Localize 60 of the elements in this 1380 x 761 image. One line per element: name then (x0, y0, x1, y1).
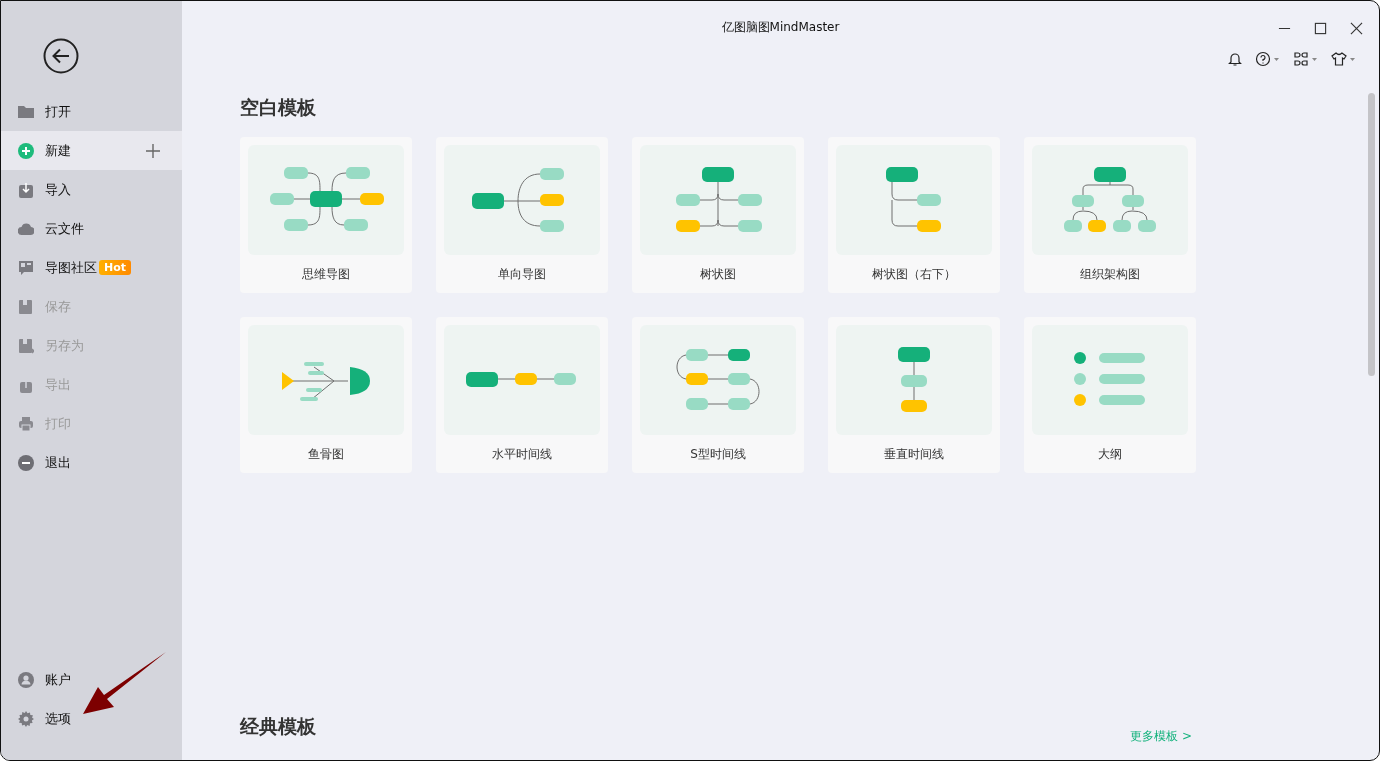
template-label: S型时间线 (690, 446, 746, 463)
template-label: 组织架构图 (1080, 266, 1140, 283)
template-card[interactable]: 组织架构图 (1024, 137, 1196, 293)
hot-badge: Hot (99, 260, 132, 275)
section-heading: 空白模板 (240, 95, 317, 120)
bell-icon[interactable] (1227, 51, 1243, 67)
template-label: 垂直时间线 (884, 446, 944, 463)
sidebar-item-label: 退出 (45, 453, 71, 472)
template-card[interactable]: 单向导图 (436, 137, 608, 293)
template-label: 树状图（右下） (872, 266, 956, 283)
minus-circle-icon (18, 454, 34, 471)
template-label: 水平时间线 (492, 446, 552, 463)
chat-icon (18, 259, 34, 276)
template-card[interactable]: 鱼骨图 (240, 317, 412, 473)
user-icon (18, 671, 34, 688)
sidebar-item-label: 保存 (45, 297, 71, 316)
sidebar-item-label: 选项 (45, 709, 71, 728)
shirt-icon[interactable] (1331, 51, 1357, 67)
sidebar-item-label: 打印 (45, 414, 71, 433)
window-title: 亿图脑图MindMaster (721, 19, 840, 36)
sidebar-item[interactable]: 打开 (1, 92, 182, 131)
sidebar-item-label: 导出 (45, 375, 71, 394)
sidebar-item-label: 导图社区 (45, 258, 97, 277)
sidebar-item-label: 另存为 (45, 336, 84, 355)
sidebar-item[interactable]: 退出 (1, 443, 182, 482)
template-card[interactable]: 树状图 (632, 137, 804, 293)
template-label: 鱼骨图 (308, 446, 344, 463)
template-label: 单向导图 (498, 266, 546, 283)
template-card[interactable]: S型时间线 (632, 317, 804, 473)
sidebar-item[interactable]: 账户 (1, 660, 182, 699)
import-icon (18, 181, 34, 198)
sidebar-item[interactable]: 导图社区 Hot (1, 248, 182, 287)
close-icon[interactable] (1350, 22, 1363, 35)
apps-icon[interactable] (1293, 51, 1319, 67)
template-label: 树状图 (700, 266, 736, 283)
template-card[interactable]: 垂直时间线 (828, 317, 1000, 473)
plus-circle-icon (18, 142, 34, 159)
section-heading: 经典模板 (240, 714, 316, 739)
sidebar-item[interactable]: 导入 (1, 170, 182, 209)
sidebar-item[interactable]: 云文件 (1, 209, 182, 248)
settings-icon (18, 710, 34, 727)
template-card[interactable]: 树状图（右下） (828, 137, 1000, 293)
template-card[interactable]: 思维导图 (240, 137, 412, 293)
template-label: 思维导图 (302, 266, 350, 283)
template-card[interactable]: 水平时间线 (436, 317, 608, 473)
template-label: 大纲 (1098, 446, 1122, 463)
sidebar-item-label: 打开 (45, 102, 71, 121)
scrollbar-thumb[interactable] (1368, 93, 1375, 376)
sidebar-item-label: 导入 (45, 180, 71, 199)
sidebar-item-label: 云文件 (45, 219, 84, 238)
plus-icon[interactable] (146, 143, 160, 158)
maximize-icon[interactable] (1314, 22, 1327, 35)
sidebar-item-label: 账户 (45, 670, 71, 689)
sidebar-item[interactable]: 选项 (1, 699, 182, 738)
sidebar-item-label: 新建 (45, 141, 71, 160)
folder-icon (18, 103, 34, 120)
template-card[interactable]: 大纲 (1024, 317, 1196, 473)
printer-icon (18, 415, 34, 432)
sidebar-item[interactable]: 新建 (1, 131, 182, 170)
help-icon[interactable] (1255, 51, 1281, 67)
